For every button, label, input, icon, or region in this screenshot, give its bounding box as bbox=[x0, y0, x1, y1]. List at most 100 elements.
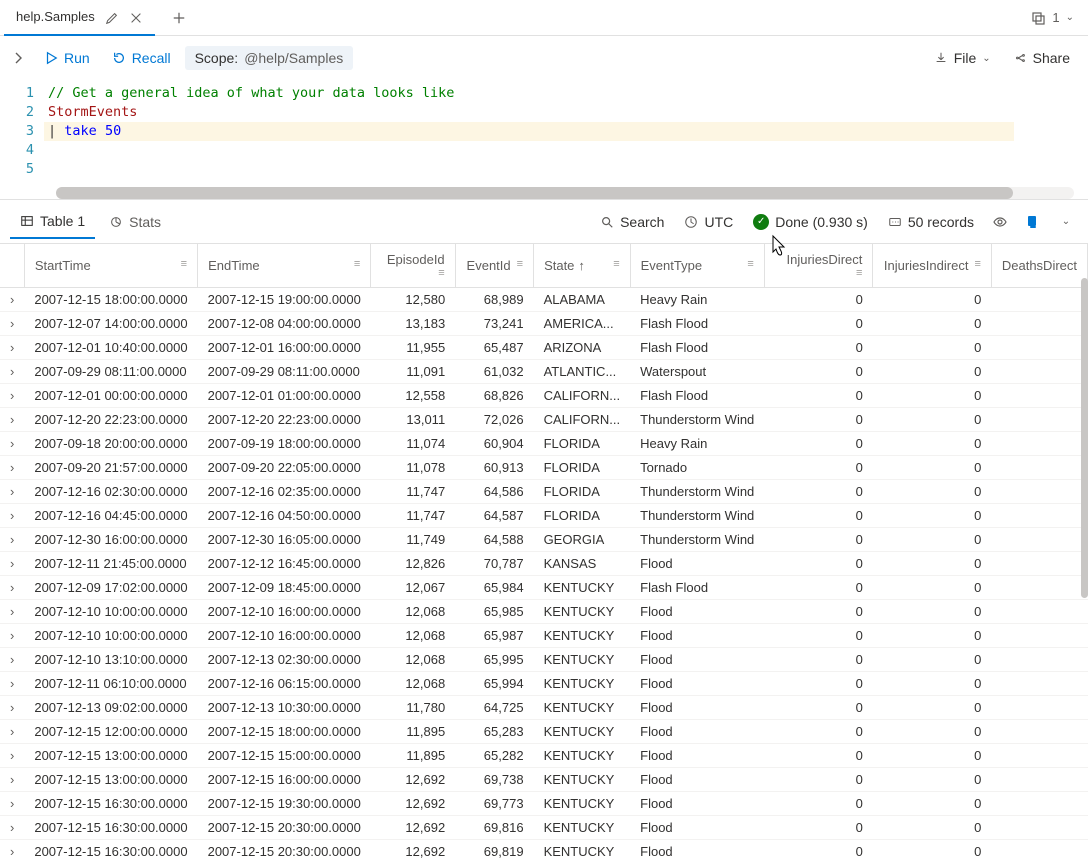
table-row[interactable]: ›2007-12-15 12:00:00.00002007-12-15 18:0… bbox=[0, 720, 1088, 744]
cell-endtime: 2007-12-13 02:30:00.0000 bbox=[198, 648, 371, 672]
editor-hscroll-thumb[interactable] bbox=[56, 187, 1013, 199]
file-menu-button[interactable]: File ⌄ bbox=[926, 46, 999, 70]
table-row[interactable]: ›2007-09-18 20:00:00.00002007-09-19 18:0… bbox=[0, 432, 1088, 456]
results-table-wrapper[interactable]: StartTime≡ EndTime≡ EpisodeId≡ EventId≡ … bbox=[0, 243, 1088, 861]
table-row[interactable]: ›2007-12-30 16:00:00.00002007-12-30 16:0… bbox=[0, 528, 1088, 552]
cell-eventtype: Waterspout bbox=[630, 360, 764, 384]
column-header-deathsdirect[interactable]: DeathsDirect bbox=[991, 244, 1087, 288]
column-header-injuriesindirect[interactable]: InjuriesIndirect≡ bbox=[873, 244, 991, 288]
table-row[interactable]: ›2007-12-15 16:30:00.00002007-12-15 20:3… bbox=[0, 840, 1088, 862]
add-tab-button[interactable] bbox=[163, 11, 195, 25]
expand-row-button[interactable]: › bbox=[0, 840, 24, 862]
table-row[interactable]: ›2007-12-10 13:10:00.00002007-12-13 02:3… bbox=[0, 648, 1088, 672]
column-menu-icon[interactable]: ≡ bbox=[354, 258, 360, 270]
expand-panel-button[interactable] bbox=[10, 50, 30, 67]
visibility-button[interactable] bbox=[986, 208, 1014, 236]
share-label: Share bbox=[1033, 50, 1070, 66]
recall-button[interactable]: Recall bbox=[104, 46, 179, 70]
table-row[interactable]: ›2007-12-15 16:30:00.00002007-12-15 19:3… bbox=[0, 792, 1088, 816]
column-header-episodeid[interactable]: EpisodeId≡ bbox=[371, 244, 455, 288]
table-row[interactable]: ›2007-12-07 14:00:00.00002007-12-08 04:0… bbox=[0, 312, 1088, 336]
column-header-injuriesdirect[interactable]: InjuriesDirect≡ bbox=[764, 244, 873, 288]
column-header-endtime[interactable]: EndTime≡ bbox=[198, 244, 371, 288]
tab-stats[interactable]: Stats bbox=[99, 206, 171, 238]
table-row[interactable]: ›2007-09-20 21:57:00.00002007-09-20 22:0… bbox=[0, 456, 1088, 480]
expand-row-button[interactable]: › bbox=[0, 576, 24, 600]
expand-row-button[interactable]: › bbox=[0, 624, 24, 648]
expand-row-button[interactable]: › bbox=[0, 504, 24, 528]
table-row[interactable]: ›2007-12-15 16:30:00.00002007-12-15 20:3… bbox=[0, 816, 1088, 840]
code-area[interactable]: // Get a general idea of what your data … bbox=[48, 84, 1088, 179]
expand-row-button[interactable]: › bbox=[0, 288, 24, 312]
layout-button[interactable]: ⌄ bbox=[1050, 208, 1078, 236]
expand-row-button[interactable]: › bbox=[0, 720, 24, 744]
cell-injuriesdirect: 0 bbox=[764, 792, 873, 816]
search-button[interactable]: Search bbox=[592, 210, 672, 234]
table-row[interactable]: ›2007-12-15 13:00:00.00002007-12-15 15:0… bbox=[0, 744, 1088, 768]
query-editor[interactable]: 1 2 3 4 5 // Get a general idea of what … bbox=[0, 80, 1088, 187]
column-header-starttime[interactable]: StartTime≡ bbox=[24, 244, 197, 288]
table-tab-label: Table 1 bbox=[40, 213, 85, 229]
table-row[interactable]: ›2007-12-01 00:00:00.00002007-12-01 01:0… bbox=[0, 384, 1088, 408]
expand-row-button[interactable]: › bbox=[0, 600, 24, 624]
table-row[interactable]: ›2007-12-15 13:00:00.00002007-12-15 16:0… bbox=[0, 768, 1088, 792]
share-button[interactable]: Share bbox=[1005, 46, 1078, 70]
cell-eventtype: Flood bbox=[630, 624, 764, 648]
cell-injuriesdirect: 0 bbox=[764, 312, 873, 336]
expand-row-button[interactable]: › bbox=[0, 408, 24, 432]
expand-row-button[interactable]: › bbox=[0, 792, 24, 816]
column-menu-icon[interactable]: ≡ bbox=[181, 258, 187, 270]
table-row[interactable]: ›2007-12-16 04:45:00.00002007-12-16 04:5… bbox=[0, 504, 1088, 528]
code-arg: 50 bbox=[105, 123, 121, 139]
expand-row-button[interactable]: › bbox=[0, 672, 24, 696]
table-row[interactable]: ›2007-12-11 06:10:00.00002007-12-16 06:1… bbox=[0, 672, 1088, 696]
expand-row-button[interactable]: › bbox=[0, 744, 24, 768]
expand-row-button[interactable]: › bbox=[0, 480, 24, 504]
copy-button[interactable] bbox=[1018, 208, 1046, 236]
expand-row-button[interactable]: › bbox=[0, 768, 24, 792]
expand-row-button[interactable]: › bbox=[0, 648, 24, 672]
column-header-eventtype[interactable]: EventType≡ bbox=[630, 244, 764, 288]
cell-episodeid: 12,580 bbox=[371, 288, 455, 312]
column-menu-icon[interactable]: ≡ bbox=[438, 267, 444, 279]
column-menu-icon[interactable]: ≡ bbox=[613, 258, 619, 270]
expand-row-button[interactable]: › bbox=[0, 552, 24, 576]
column-menu-icon[interactable]: ≡ bbox=[517, 258, 523, 270]
close-icon[interactable] bbox=[129, 10, 143, 24]
table-row[interactable]: ›2007-09-29 08:11:00.00002007-09-29 08:1… bbox=[0, 360, 1088, 384]
vertical-scrollbar[interactable] bbox=[1081, 278, 1088, 598]
expand-row-button[interactable]: › bbox=[0, 360, 24, 384]
table-row[interactable]: ›2007-12-10 10:00:00.00002007-12-10 16:0… bbox=[0, 624, 1088, 648]
column-menu-icon[interactable]: ≡ bbox=[856, 267, 862, 279]
pencil-icon[interactable] bbox=[105, 10, 119, 24]
table-row[interactable]: ›2007-12-10 10:00:00.00002007-12-10 16:0… bbox=[0, 600, 1088, 624]
cell-deathsdirect bbox=[991, 432, 1087, 456]
expand-row-button[interactable]: › bbox=[0, 312, 24, 336]
expand-row-button[interactable]: › bbox=[0, 528, 24, 552]
table-row[interactable]: ›2007-12-20 22:23:00.00002007-12-20 22:2… bbox=[0, 408, 1088, 432]
expand-row-button[interactable]: › bbox=[0, 336, 24, 360]
column-menu-icon[interactable]: ≡ bbox=[974, 258, 980, 270]
expand-row-button[interactable]: › bbox=[0, 816, 24, 840]
table-row[interactable]: ›2007-12-13 09:02:00.00002007-12-13 10:3… bbox=[0, 696, 1088, 720]
timezone-button[interactable]: UTC bbox=[676, 210, 741, 234]
tab-help-samples[interactable]: help.Samples bbox=[4, 0, 155, 36]
run-button[interactable]: Run bbox=[36, 46, 98, 70]
editor-hscrollbar[interactable] bbox=[56, 187, 1074, 199]
column-header-eventid[interactable]: EventId≡ bbox=[455, 244, 533, 288]
table-row[interactable]: ›2007-12-11 21:45:00.00002007-12-12 16:4… bbox=[0, 552, 1088, 576]
table-row[interactable]: ›2007-12-09 17:02:00.00002007-12-09 18:4… bbox=[0, 576, 1088, 600]
expand-row-button[interactable]: › bbox=[0, 696, 24, 720]
table-row[interactable]: ›2007-12-01 10:40:00.00002007-12-01 16:0… bbox=[0, 336, 1088, 360]
expand-row-button[interactable]: › bbox=[0, 432, 24, 456]
duplicate-tab-button[interactable]: 1 ⌄ bbox=[1030, 10, 1084, 26]
table-row[interactable]: ›2007-12-15 18:00:00.00002007-12-15 19:0… bbox=[0, 288, 1088, 312]
expand-row-button[interactable]: › bbox=[0, 456, 24, 480]
column-menu-icon[interactable]: ≡ bbox=[747, 258, 753, 270]
column-header-state[interactable]: State↑≡ bbox=[534, 244, 631, 288]
expand-row-button[interactable]: › bbox=[0, 384, 24, 408]
tab-table[interactable]: Table 1 bbox=[10, 205, 95, 239]
cell-eventid: 65,283 bbox=[455, 720, 533, 744]
table-row[interactable]: ›2007-12-16 02:30:00.00002007-12-16 02:3… bbox=[0, 480, 1088, 504]
scope-pill[interactable]: Scope: @help/Samples bbox=[185, 46, 354, 70]
